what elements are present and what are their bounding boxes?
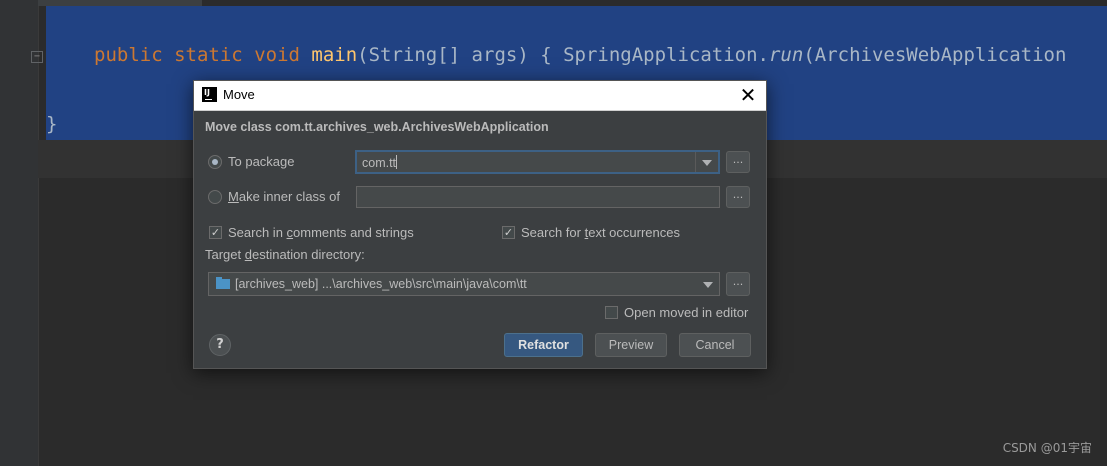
to-package-label: To package xyxy=(228,154,295,169)
dialog-titlebar[interactable]: IJ Move ✕ xyxy=(194,81,766,111)
inner-class-label: Make inner class of xyxy=(228,189,341,204)
search-comments-label: Search in comments and strings xyxy=(228,225,414,240)
target-dir-browse-button[interactable]: ... xyxy=(726,272,750,296)
intellij-logo-icon: IJ xyxy=(202,87,217,102)
watermark: CSDN @01宇宙 xyxy=(1002,441,1092,455)
close-button[interactable]: ✕ xyxy=(734,82,762,108)
chevron-down-icon xyxy=(703,282,713,288)
package-dropdown-arrow[interactable] xyxy=(695,152,718,172)
to-package-radio[interactable] xyxy=(208,155,222,169)
package-input[interactable]: com.tt xyxy=(362,155,398,170)
open-in-editor-checkbox[interactable] xyxy=(605,306,618,319)
inner-class-input[interactable] xyxy=(356,186,720,208)
refactor-button[interactable]: Refactor xyxy=(504,333,583,357)
code-line-closing-brace: } xyxy=(46,113,58,135)
target-dir-dropdown-arrow[interactable] xyxy=(697,273,719,295)
inner-class-browse-button[interactable]: ... xyxy=(726,186,750,208)
target-dir-value: [archives_web] ...\archives_web\src\main… xyxy=(235,277,527,291)
code-line-main: public static void main(String[] args) {… xyxy=(94,44,1067,66)
editor-gutter xyxy=(0,0,39,466)
search-text-label: Search for text occurrences xyxy=(521,225,680,240)
help-button[interactable]: ? xyxy=(209,334,231,356)
inner-class-radio[interactable] xyxy=(208,190,222,204)
move-dialog: IJ Move ✕ Move class com.tt.archives_web… xyxy=(193,80,767,369)
folder-icon xyxy=(216,277,230,289)
fold-toggle-icon[interactable]: − xyxy=(31,51,43,63)
search-comments-checkbox[interactable]: ✓ xyxy=(209,226,222,239)
chevron-down-icon xyxy=(702,160,712,166)
target-dir-label: Target destination directory: xyxy=(205,247,365,262)
package-browse-button[interactable]: ... xyxy=(726,151,750,173)
package-combo[interactable]: com.tt xyxy=(356,151,719,173)
preview-button[interactable]: Preview xyxy=(595,333,667,357)
target-dir-combo[interactable]: [archives_web] ...\archives_web\src\main… xyxy=(208,272,720,296)
dialog-title: Move xyxy=(223,87,255,102)
cancel-button[interactable]: Cancel xyxy=(679,333,751,357)
dialog-header: Move class com.tt.archives_web.ArchivesW… xyxy=(205,120,549,134)
search-text-checkbox[interactable]: ✓ xyxy=(502,226,515,239)
open-in-editor-label: Open moved in editor xyxy=(624,305,749,320)
